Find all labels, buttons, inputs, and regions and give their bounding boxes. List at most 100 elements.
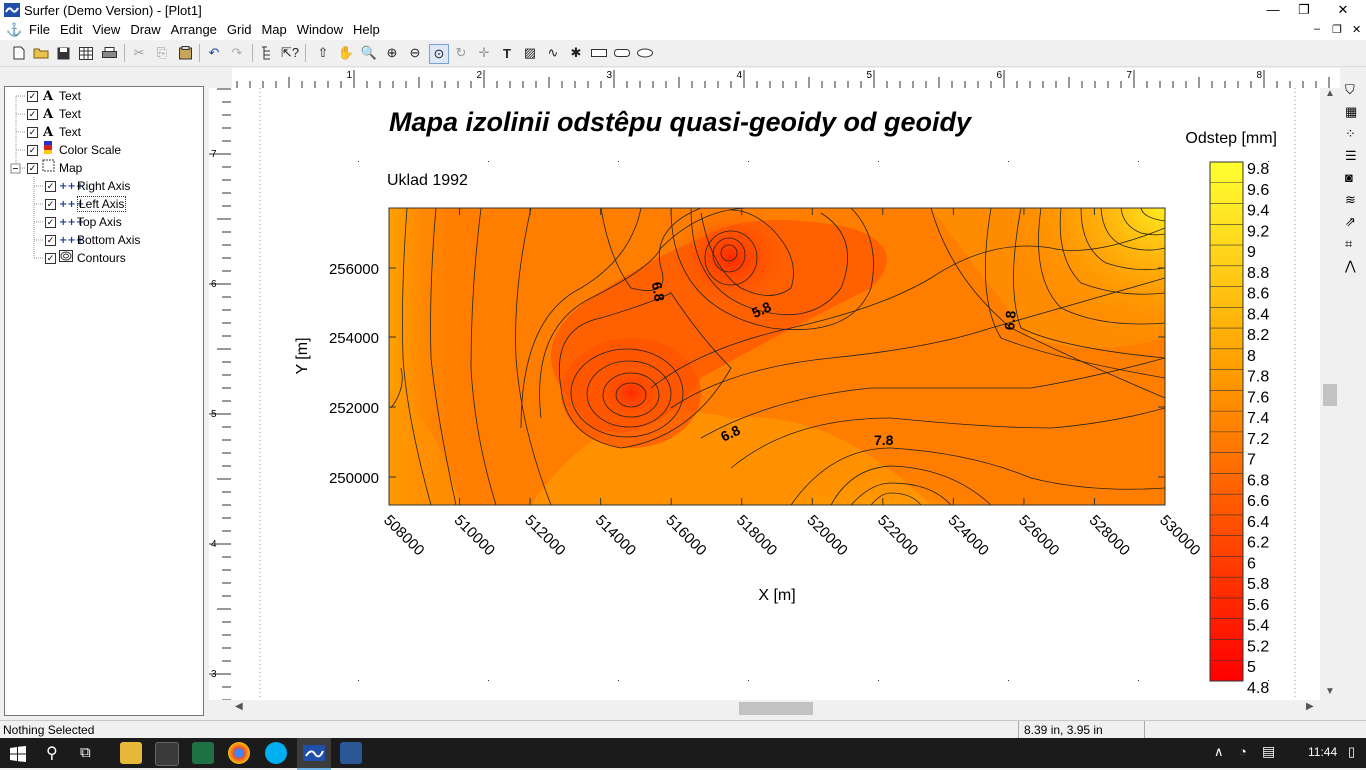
context-help-icon[interactable]: ⇱?	[281, 44, 299, 62]
close-button[interactable]: ✕	[1320, 0, 1366, 20]
horizontal-scrollbar[interactable]: ◀ ▶	[231, 700, 1320, 717]
vertical-scrollbar[interactable]: ▲ ▼	[1320, 88, 1340, 700]
tree-item-text-1[interactable]: ✓ A Text	[27, 87, 81, 105]
notifications-icon[interactable]: ▯	[1348, 744, 1355, 760]
menu-map[interactable]: Map	[256, 20, 291, 40]
scroll-down-arrow-icon[interactable]: ▼	[1325, 686, 1335, 697]
child-close-button[interactable]: ✕	[1352, 23, 1361, 36]
scroll-right-arrow-icon[interactable]: ▶	[1306, 701, 1314, 712]
ellipse-tool-icon[interactable]	[636, 44, 654, 62]
tree-item-contours[interactable]: ✓ Contours	[45, 249, 126, 267]
vector-map-icon[interactable]: ⇗	[1345, 214, 1356, 230]
clock[interactable]: 11:44	[1308, 745, 1337, 759]
polygon-tool-icon[interactable]: ▨	[521, 44, 539, 62]
scroll-left-arrow-icon[interactable]: ◀	[235, 701, 243, 712]
tree-item-right-axis[interactable]: ✓ +++Right Axis	[45, 177, 130, 195]
tree-item-map[interactable]: ✓ Map	[27, 159, 82, 177]
document-icon[interactable]: ⚓	[6, 22, 22, 38]
zoom-page-icon[interactable]: ⊙	[429, 44, 449, 64]
menu-help[interactable]: Help	[348, 20, 385, 40]
tree-item-left-axis[interactable]: ✓ +++Left Axis	[45, 195, 127, 213]
child-minimize-button[interactable]: –	[1314, 23, 1320, 35]
symbol-tool-icon[interactable]: ✱	[567, 44, 585, 62]
text-tool-icon[interactable]: T	[498, 44, 516, 62]
tree-item-text-3[interactable]: ✓ A Text	[27, 123, 81, 141]
object-manager-icon[interactable]	[258, 44, 276, 62]
word-icon[interactable]	[340, 742, 362, 764]
vertical-scroll-thumb[interactable]	[1323, 384, 1337, 406]
menu-edit[interactable]: Edit	[55, 20, 87, 40]
visible-checkbox[interactable]: ✓	[45, 253, 56, 265]
worksheet-icon[interactable]	[77, 44, 95, 62]
copy-icon[interactable]: ⎘	[153, 44, 171, 62]
visible-checkbox[interactable]: ✓	[45, 235, 56, 247]
menu-view[interactable]: View	[87, 20, 125, 40]
menu-window[interactable]: Window	[292, 20, 348, 40]
visible-checkbox[interactable]: ✓	[27, 127, 38, 139]
zoom-out-icon[interactable]: ⊖	[406, 44, 424, 62]
save-icon[interactable]	[54, 44, 72, 62]
select-arrow-icon[interactable]: ⇧	[314, 44, 332, 62]
open-folder-icon[interactable]	[32, 44, 50, 62]
tree-item-color-scale[interactable]: ✓ Color Scale	[27, 141, 121, 159]
skype-icon[interactable]	[265, 742, 287, 764]
surfer-taskbar-button[interactable]	[297, 738, 331, 770]
visible-checkbox[interactable]: ✓	[27, 145, 38, 157]
rounded-rectangle-tool-icon[interactable]	[613, 44, 631, 62]
visible-checkbox[interactable]: ✓	[45, 199, 56, 211]
post-map-icon[interactable]: ⁘	[1345, 126, 1356, 142]
zoom-in-icon[interactable]: ⊕	[383, 44, 401, 62]
base-map-icon[interactable]: ▦	[1345, 104, 1357, 120]
redo-icon[interactable]: ↷	[228, 44, 246, 62]
file-explorer-icon[interactable]	[120, 742, 142, 764]
print-icon[interactable]	[100, 44, 118, 62]
chrome-icon[interactable]	[228, 742, 250, 764]
child-restore-button[interactable]: ❐	[1332, 23, 1342, 36]
trackball-icon[interactable]: ✛	[475, 44, 493, 62]
undo-icon[interactable]: ↶	[205, 44, 223, 62]
menu-draw[interactable]: Draw	[125, 20, 165, 40]
excel-icon[interactable]	[192, 742, 214, 764]
horizontal-scroll-thumb[interactable]	[739, 702, 813, 715]
visible-checkbox[interactable]: ✓	[45, 181, 56, 193]
rotate-icon[interactable]: ↻	[452, 44, 470, 62]
map-title[interactable]: Mapa izolinii odstêpu quasi-geoidy od ge…	[389, 107, 973, 137]
task-view-icon[interactable]: ⧉	[80, 744, 91, 761]
map-subtitle[interactable]: Uklad 1992	[387, 172, 468, 189]
visible-checkbox[interactable]: ✓	[27, 163, 38, 175]
windows-start-icon[interactable]	[10, 746, 26, 762]
plot-canvas[interactable]: Mapa izolinii odstêpu quasi-geoidy od ge…	[231, 88, 1340, 700]
visible-checkbox[interactable]: ✓	[27, 109, 38, 121]
contour-map-icon[interactable]: ⛉	[1345, 82, 1355, 98]
zoom-rectangle-icon[interactable]: 🔍	[360, 44, 378, 62]
shaded-relief-icon[interactable]: ≋	[1345, 192, 1356, 208]
polyline-tool-icon[interactable]: ∿	[544, 44, 562, 62]
rectangle-tool-icon[interactable]	[590, 44, 608, 62]
menu-grid[interactable]: Grid	[222, 20, 257, 40]
classed-post-icon[interactable]: ☰	[1345, 148, 1357, 164]
visible-checkbox[interactable]: ✓	[45, 217, 56, 229]
tree-item-bottom-axis[interactable]: ✓ +++Bottom Axis	[45, 231, 140, 249]
ruler-label: 7	[1126, 70, 1132, 81]
new-document-icon[interactable]	[10, 44, 28, 62]
cut-icon[interactable]: ✂	[130, 44, 148, 62]
contour-map[interactable]: 6.8 5.8 6.8 6.8 7.8	[389, 208, 1165, 575]
wireframe-icon[interactable]: ⌗	[1345, 236, 1352, 252]
store-icon[interactable]	[155, 742, 179, 766]
image-map-icon[interactable]: ◙	[1345, 170, 1353, 185]
paste-icon[interactable]	[176, 44, 194, 62]
wifi-icon[interactable]: ◔	[1239, 744, 1247, 759]
menu-file[interactable]: File	[24, 20, 55, 40]
search-icon[interactable]: ⚲	[46, 743, 58, 763]
menu-arrange[interactable]: Arrange	[166, 20, 222, 40]
tree-item-text-2[interactable]: ✓ A Text	[27, 105, 81, 123]
surface-icon[interactable]: ⋀	[1345, 258, 1356, 274]
legend-title[interactable]: Odstep [mm]	[1185, 130, 1277, 147]
visible-checkbox[interactable]: ✓	[27, 91, 38, 103]
action-center-icon[interactable]: ▤	[1262, 743, 1275, 760]
color-scale-bar[interactable]	[1209, 161, 1244, 682]
pan-hand-icon[interactable]: ✋	[337, 44, 355, 62]
scroll-up-arrow-icon[interactable]: ▲	[1325, 88, 1335, 99]
show-hidden-icons-icon[interactable]: ∧	[1214, 744, 1224, 760]
tree-item-top-axis[interactable]: ✓ +++Top Axis	[45, 213, 122, 231]
